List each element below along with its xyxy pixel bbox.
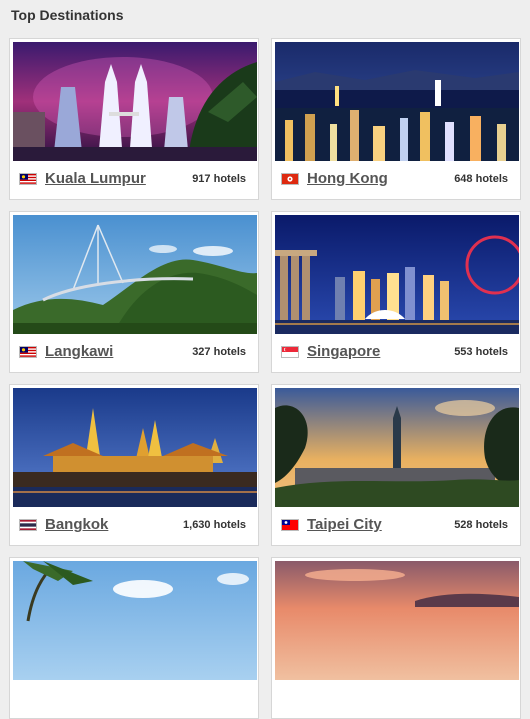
destination-photo[interactable] [13, 42, 257, 161]
destination-card-bangkok[interactable]: Bangkok 1,630 hotels [9, 384, 259, 546]
malaysia-flag-icon [19, 346, 37, 358]
city-link[interactable]: Taipei City [307, 516, 382, 533]
destination-card-partial-right[interactable] [271, 557, 521, 719]
city-link[interactable]: Hong Kong [307, 170, 388, 187]
city-link[interactable]: Singapore [307, 343, 380, 360]
destination-card-partial-left[interactable] [9, 557, 259, 719]
destination-photo[interactable] [275, 42, 519, 161]
city-link[interactable]: Bangkok [45, 516, 108, 533]
destination-photo[interactable] [13, 388, 257, 507]
hotel-count: 648 hotels [454, 173, 508, 185]
city-link[interactable]: Langkawi [45, 343, 113, 360]
destination-card-langkawi[interactable]: Langkawi 327 hotels [9, 211, 259, 373]
destination-card-taipei-city[interactable]: Taipei City 528 hotels [271, 384, 521, 546]
thailand-flag-icon [19, 519, 37, 531]
destination-card-kuala-lumpur[interactable]: Kuala Lumpur 917 hotels [9, 38, 259, 200]
malaysia-flag-icon [19, 173, 37, 185]
destination-photo[interactable] [275, 388, 519, 507]
hotel-count: 327 hotels [192, 346, 246, 358]
destination-photo[interactable] [275, 215, 519, 334]
hong-kong-flag-icon [281, 173, 299, 185]
singapore-flag-icon [281, 346, 299, 358]
city-link[interactable]: Kuala Lumpur [45, 170, 146, 187]
hotel-count: 917 hotels [192, 173, 246, 185]
section-title: Top Destinations [11, 7, 124, 23]
destination-photo[interactable] [13, 561, 257, 680]
hotel-count: 553 hotels [454, 346, 508, 358]
hotel-count: 528 hotels [454, 519, 508, 531]
destination-card-hong-kong[interactable]: Hong Kong 648 hotels [271, 38, 521, 200]
hotel-count: 1,630 hotels [183, 519, 246, 531]
destination-card-singapore[interactable]: Singapore 553 hotels [271, 211, 521, 373]
destination-photo[interactable] [13, 215, 257, 334]
destination-photo[interactable] [275, 561, 519, 680]
taiwan-flag-icon [281, 519, 299, 531]
